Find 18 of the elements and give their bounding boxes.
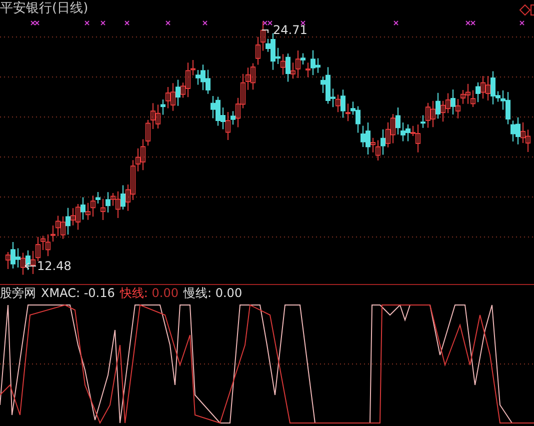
- cross-icon: [124, 20, 130, 26]
- chart-title: 平安银行(日线): [0, 2, 88, 15]
- cross-icon: [520, 20, 524, 26]
- xmac-label: XMAC: -0.16: [41, 287, 115, 299]
- cross-icon: [84, 20, 90, 26]
- cross-icon: [202, 20, 208, 26]
- fast-line-label: 快线: 0.00: [120, 287, 178, 299]
- slow-line-label: 慢线: 0.00: [183, 287, 242, 299]
- high-price-label: 24.71: [273, 24, 308, 36]
- cross-icon: [100, 20, 106, 26]
- cross-icon: [394, 20, 398, 26]
- diamond-icon: [519, 4, 531, 16]
- indicator-name: 股旁网: [0, 287, 36, 299]
- cross-icon: [166, 20, 170, 26]
- low-price-label: 12.48: [37, 260, 72, 272]
- pointer-icon: [24, 262, 36, 270]
- cross-icon: [300, 20, 306, 26]
- pointer-icon: [262, 30, 268, 34]
